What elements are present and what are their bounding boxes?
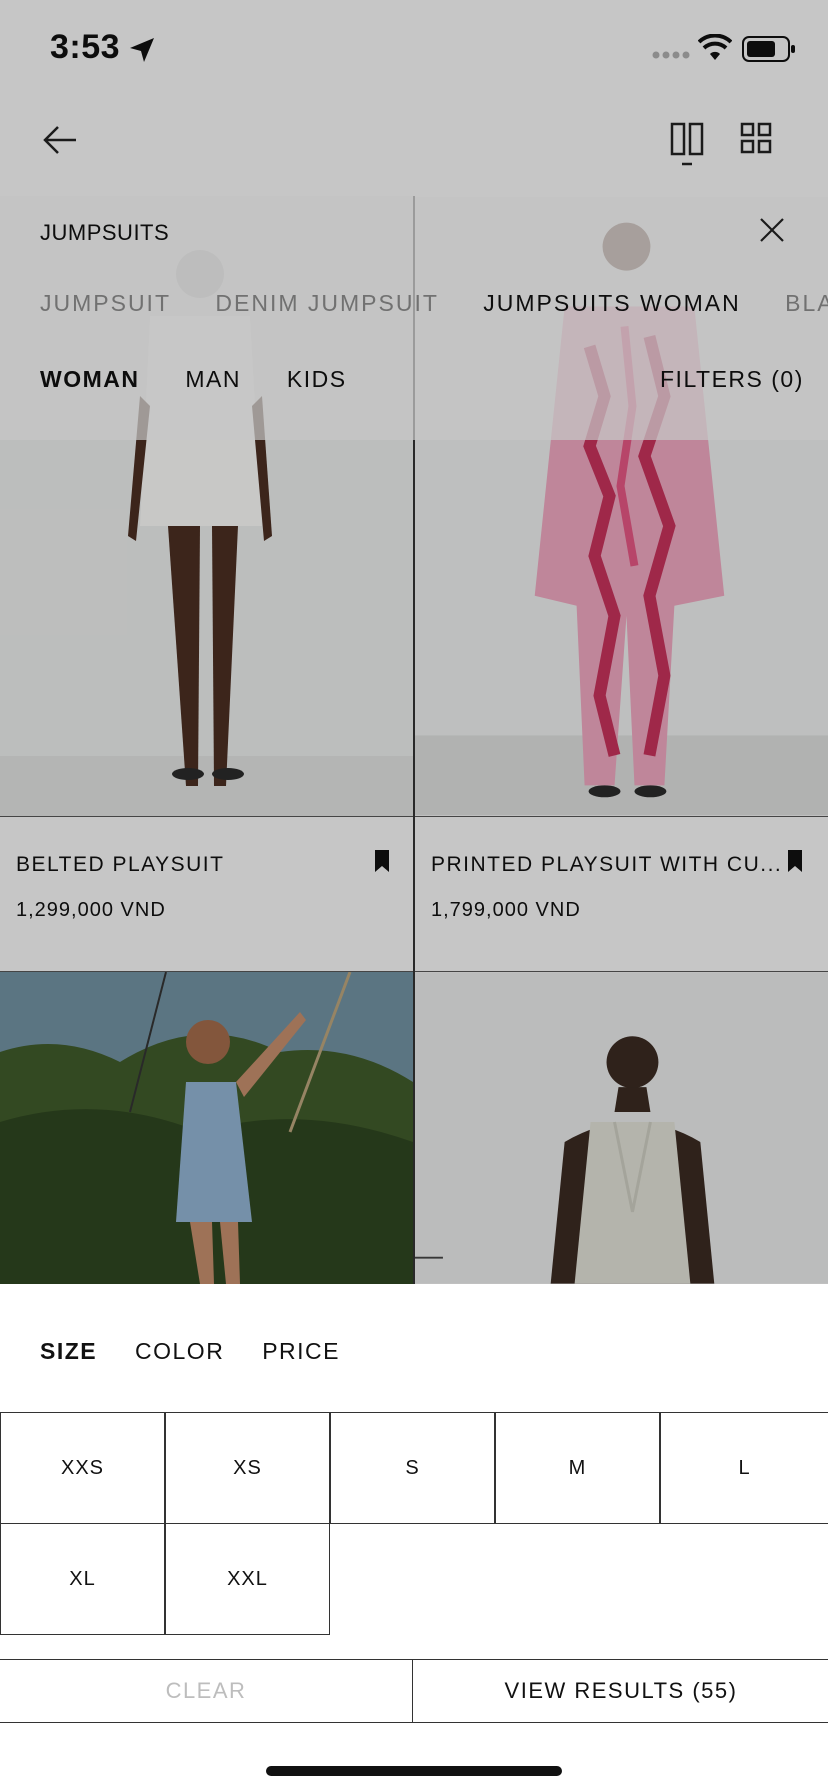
size-option-m[interactable]: M xyxy=(495,1412,660,1524)
view-results-button[interactable]: VIEW RESULTS (55) xyxy=(414,1660,828,1722)
filter-sheet: SIZE COLOR PRICE XXS XS S M L XL XXL CLE… xyxy=(0,1284,828,1792)
tab-price[interactable]: PRICE xyxy=(262,1338,340,1364)
modal-scrim[interactable] xyxy=(0,0,828,1284)
size-option-s[interactable]: S xyxy=(330,1412,495,1524)
home-indicator xyxy=(266,1766,562,1776)
size-option-xxl[interactable]: XXL xyxy=(165,1523,330,1635)
size-option-xxs[interactable]: XXS xyxy=(0,1412,165,1524)
filter-actions: CLEAR VIEW RESULTS (55) xyxy=(0,1659,828,1723)
clear-button[interactable]: CLEAR xyxy=(0,1660,413,1722)
size-option-l[interactable]: L xyxy=(660,1412,828,1524)
filter-tabs: SIZE COLOR PRICE xyxy=(40,1338,370,1365)
product-listing-page: 3:53 BELTED PLAYSUIT 1,299,000 VND PRINT… xyxy=(0,0,828,1284)
tab-color[interactable]: COLOR xyxy=(135,1338,224,1364)
tab-size[interactable]: SIZE xyxy=(40,1338,97,1364)
size-option-xs[interactable]: XS xyxy=(165,1412,330,1524)
size-option-xl[interactable]: XL xyxy=(0,1523,165,1635)
